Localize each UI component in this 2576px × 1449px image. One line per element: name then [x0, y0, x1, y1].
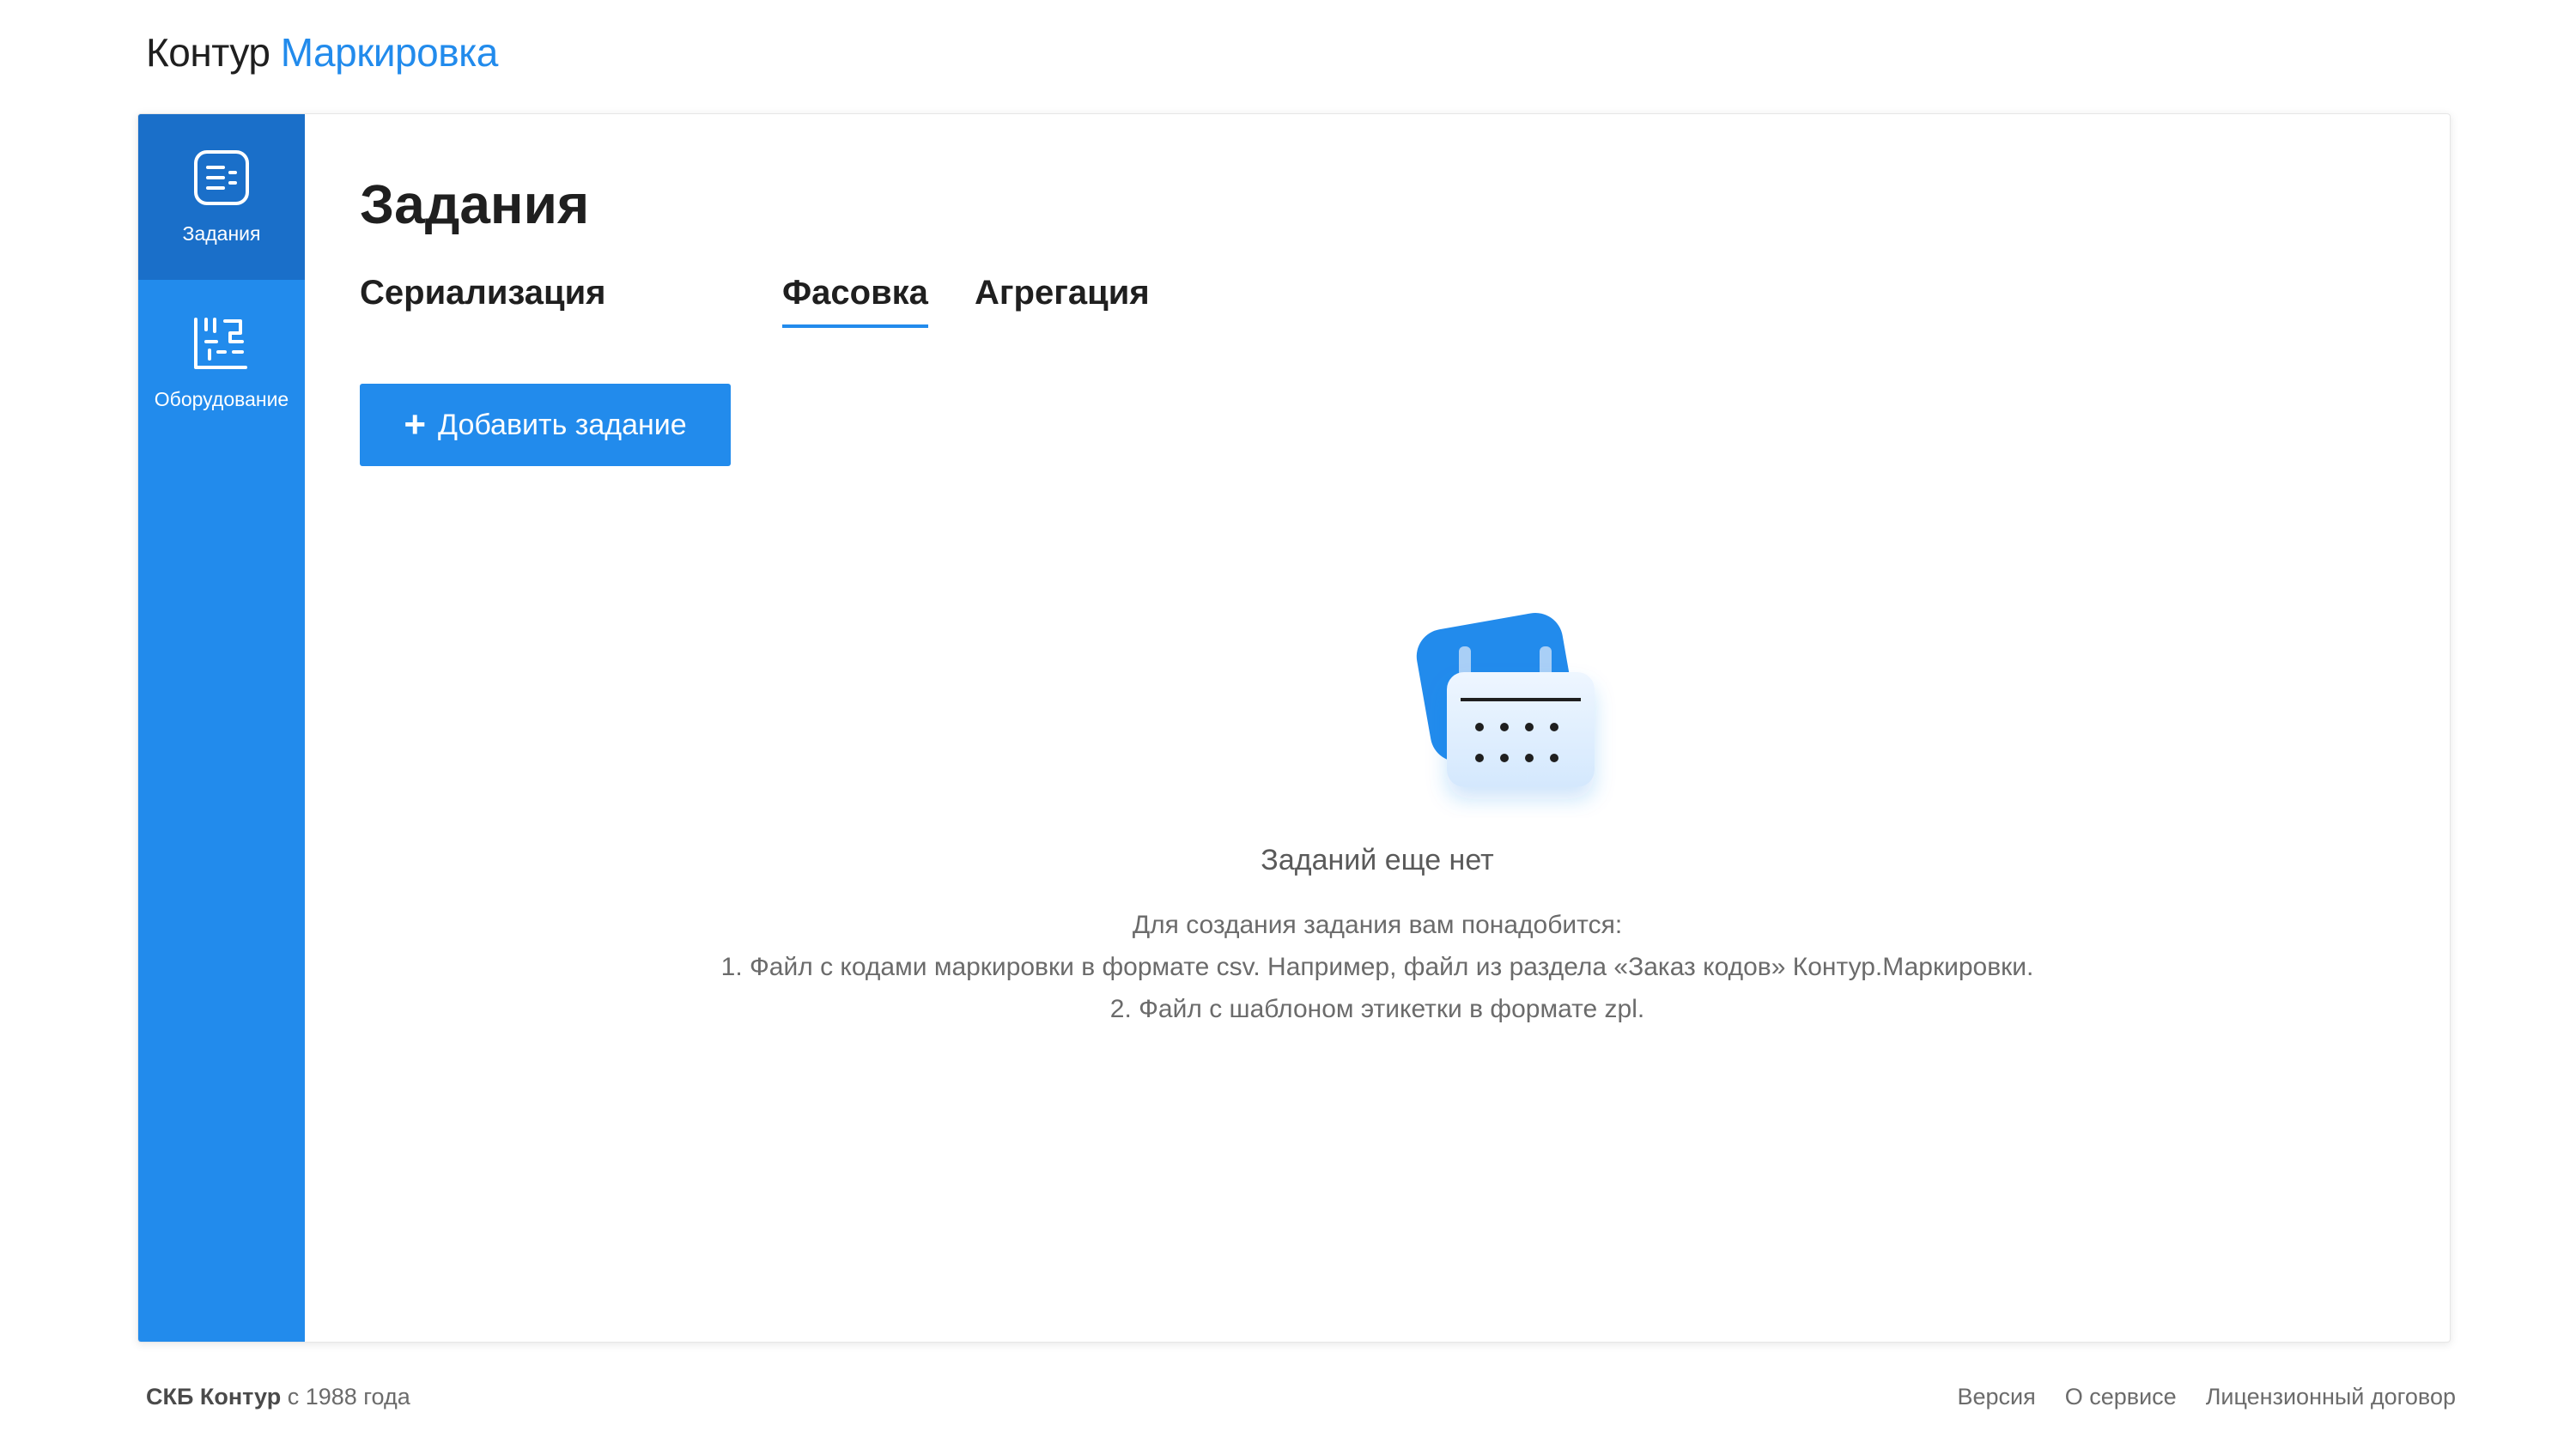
- footer-company: СКБ Контур: [146, 1384, 282, 1410]
- footer-link-about[interactable]: О сервисе: [2065, 1384, 2177, 1410]
- footer-links: Версия О сервисе Лицензионный договор: [1957, 1384, 2456, 1410]
- tab-packing[interactable]: Фасовка: [782, 274, 928, 328]
- footer-link-license[interactable]: Лицензионный договор: [2206, 1384, 2456, 1410]
- sidebar-item-equipment[interactable]: Оборудование: [138, 280, 305, 446]
- add-task-button[interactable]: + Добавить задание: [360, 384, 731, 466]
- tasks-list-icon: [194, 150, 249, 205]
- sidebar-item-label: Задания: [182, 222, 261, 245]
- app-logo[interactable]: Контур Маркировка: [146, 29, 498, 76]
- empty-state-line: 2. Файл с шаблоном этикетки в формате zp…: [1109, 995, 1645, 1023]
- footer-copyright: СКБ Контур с 1988 года: [146, 1384, 410, 1410]
- empty-state-title: Заданий еще нет: [1261, 844, 1494, 876]
- logo-brand: Контур: [146, 30, 270, 75]
- tab-serialization[interactable]: Сериализация: [360, 274, 606, 324]
- main-card: Задания Оборудование Задания Сериализаци…: [137, 113, 2451, 1343]
- empty-state-line: Для создания задания вам понадобится:: [1132, 911, 1623, 939]
- logo-product: Маркировка: [280, 30, 499, 75]
- page-title: Задания: [360, 173, 590, 235]
- equipment-barcode-icon: [194, 318, 247, 369]
- sidebar-item-tasks[interactable]: Задания: [138, 114, 305, 280]
- sidebar-item-label: Оборудование: [154, 388, 289, 410]
- sidebar: Задания Оборудование: [138, 114, 305, 1342]
- plus-icon: +: [404, 403, 427, 446]
- empty-state-description: Для создания задания вам понадобится: 1.…: [305, 904, 2450, 1030]
- main-content: Задания Сериализация Фасовка Агрегация +…: [305, 114, 2450, 1342]
- empty-state-line: 1. Файл с кодами маркировки в формате cs…: [720, 953, 2034, 981]
- calendar-illustration: [1416, 612, 1595, 787]
- footer-since: с 1988 года: [287, 1384, 410, 1410]
- tab-aggregation[interactable]: Агрегация: [975, 274, 1150, 324]
- footer-link-version[interactable]: Версия: [1957, 1384, 2035, 1410]
- add-task-label: Добавить задание: [438, 408, 687, 441]
